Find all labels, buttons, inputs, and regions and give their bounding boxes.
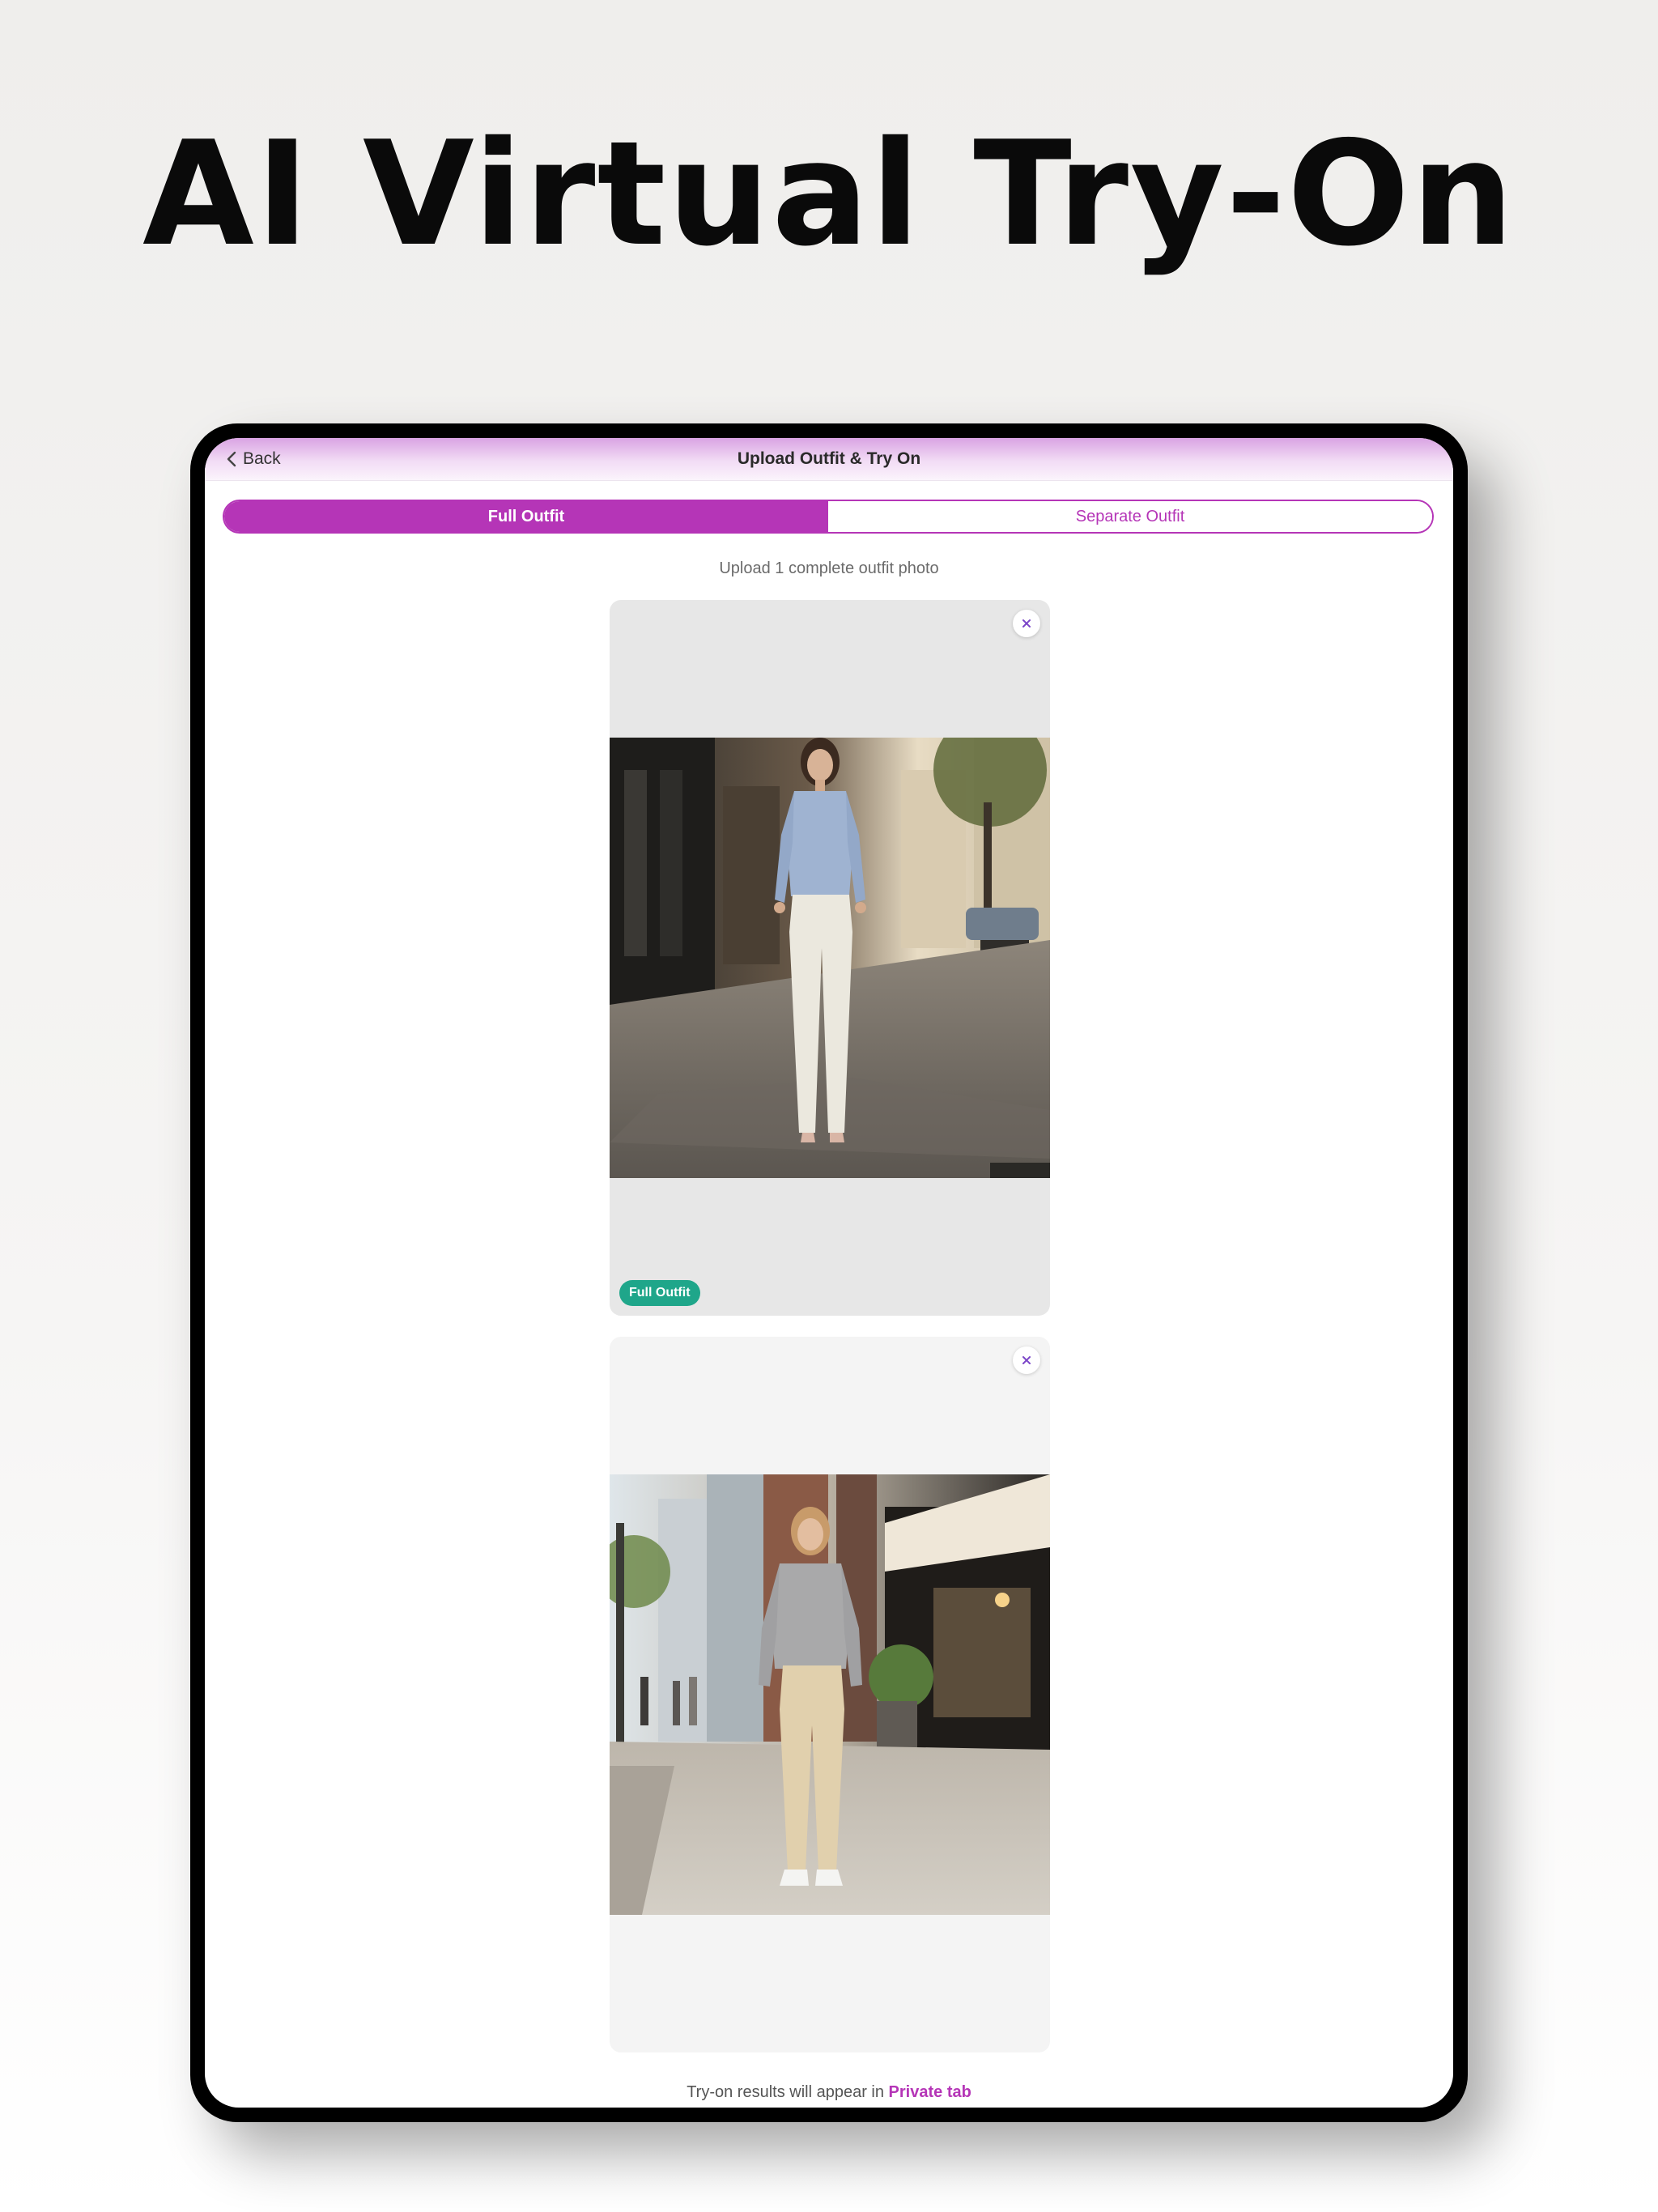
- navigation-bar: Back Upload Outfit & Try On: [205, 438, 1453, 481]
- person-photo: [610, 1474, 1050, 1915]
- results-note-text: Try-on results will appear in: [687, 2083, 889, 2101]
- person-photo-illustration: [610, 1474, 1050, 1915]
- page-title: Upload Outfit & Try On: [737, 449, 921, 468]
- app-screen: Back Upload Outfit & Try On Full Outfit …: [205, 438, 1453, 2108]
- tablet-frame: Back Upload Outfit & Try On Full Outfit …: [190, 423, 1468, 2122]
- person-photo-card[interactable]: [610, 1337, 1050, 2052]
- outfit-mode-switch: Full Outfit Separate Outfit: [223, 500, 1434, 534]
- back-button[interactable]: Back: [226, 448, 281, 470]
- close-icon: [1022, 1356, 1031, 1364]
- close-icon: [1022, 619, 1031, 627]
- remove-photo-button[interactable]: [1013, 610, 1040, 637]
- marketing-headline: AI Virtual Try-On: [142, 110, 1516, 278]
- tab-separate-outfit[interactable]: Separate Outfit: [828, 501, 1432, 532]
- private-tab-link[interactable]: Private tab: [889, 2083, 971, 2101]
- outfit-photo-card[interactable]: Full Outfit: [610, 600, 1050, 1316]
- chevron-left-icon: [227, 451, 236, 467]
- outfit-photo: [610, 738, 1050, 1178]
- tab-full-outfit[interactable]: Full Outfit: [224, 501, 828, 532]
- upload-instruction: Upload 1 complete outfit photo: [719, 559, 939, 577]
- outfit-photo-illustration: [610, 738, 1050, 1178]
- back-label: Back: [243, 449, 281, 468]
- full-outfit-badge: Full Outfit: [619, 1280, 700, 1306]
- results-note: Try-on results will appear in Private ta…: [205, 2083, 1453, 2102]
- remove-photo-button[interactable]: [1013, 1346, 1040, 1374]
